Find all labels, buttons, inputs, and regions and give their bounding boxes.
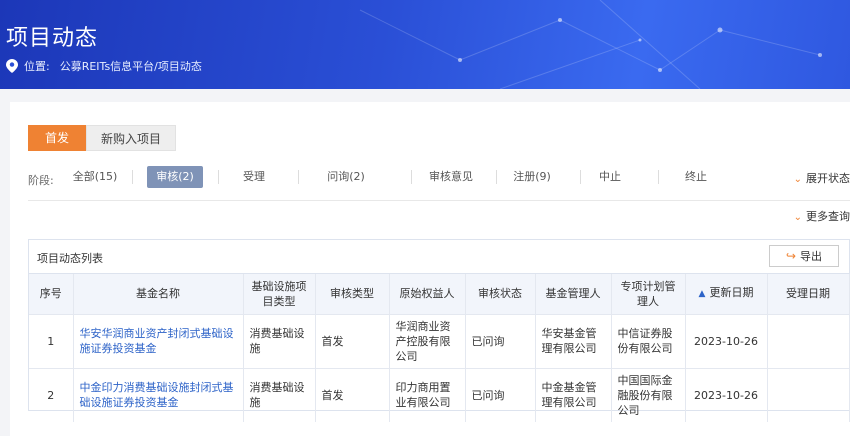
filter-divider [28, 200, 850, 201]
cell-status: 已问询 [465, 313, 536, 368]
tab-bar: 首发 新购入项目 [28, 125, 176, 151]
filter-item-terminated[interactable]: 终止 [674, 166, 718, 188]
filter-separator [496, 170, 497, 184]
cell-manager: 中金基金管理有限公司 [535, 367, 612, 422]
cell-updated: 2023-10-26 [685, 367, 768, 422]
tab-initial-offering[interactable]: 首发 [28, 125, 86, 151]
page-banner: 项目动态 位置: 公募REITs信息平台/项目动态 [0, 0, 850, 89]
filter-separator [658, 170, 659, 184]
column-header-no: 序号 [29, 274, 74, 314]
breadcrumb-label: 位置: [24, 60, 50, 73]
sort-up-icon: ▲ [698, 289, 706, 300]
location-pin-icon [6, 59, 18, 73]
table-header-row: 序号 基金名称 基础设施项目类型 审核类型 原始权益人 审核状态 基金管理人 专… [29, 274, 850, 314]
column-header-fund: 基金名称 [73, 274, 244, 314]
cell-status: 已问询 [465, 367, 536, 422]
filter-item-review[interactable]: 审核(2) [147, 166, 203, 188]
panel-title: 项目动态列表 [37, 252, 103, 265]
stage-filter-label: 阶段: [28, 174, 54, 187]
column-header-plan-manager: 专项计划管理人 [611, 274, 686, 314]
stage-filter: 阶段: 全部(15) 审核(2) 受理 问询(2) 审核意见 注册(9) 中止 … [28, 166, 850, 192]
page-title: 项目动态 [6, 26, 99, 51]
filter-item-all[interactable]: 全部(15) [66, 166, 124, 188]
filter-item-accepted[interactable]: 受理 [226, 166, 282, 188]
export-button[interactable]: ↪ 导出 [769, 245, 839, 267]
column-header-review-type: 审核类型 [315, 274, 390, 314]
cell-owner: 华润商业资产控股有限公司 [389, 313, 466, 368]
cell-fund-link[interactable]: 华安华润商业资产封闭式基础设施证券投资基金 [73, 313, 244, 368]
cell-owner: 印力商用置业有限公司 [389, 367, 466, 422]
filter-item-registration[interactable]: 注册(9) [502, 166, 562, 188]
cell-review-type: 首发 [315, 367, 390, 422]
expand-status-toggle[interactable]: ⌄ 展开状态 [794, 170, 850, 186]
tab-new-acquisition[interactable]: 新购入项目 [86, 125, 176, 151]
cell-manager: 华安基金管理有限公司 [535, 313, 612, 368]
project-table: 序号 基金名称 基础设施项目类型 审核类型 原始权益人 审核状态 基金管理人 专… [29, 274, 850, 422]
chevron-down-icon: ⌄ [793, 174, 802, 185]
column-header-owner: 原始权益人 [389, 274, 466, 314]
more-query-toggle[interactable]: ⌄ 更多查询 [794, 208, 850, 224]
cell-type: 消费基础设施 [243, 313, 316, 368]
breadcrumb: 位置: 公募REITs信息平台/项目动态 [6, 58, 202, 74]
cell-no: 2 [29, 367, 74, 422]
export-label: 导出 [800, 250, 823, 263]
cell-accepted [767, 367, 850, 422]
table-row: 2 中金印力消费基础设施封闭式基础设施证券投资基金 消费基础设施 首发 印力商用… [29, 367, 850, 422]
filter-separator [580, 170, 581, 184]
filter-item-suspended[interactable]: 中止 [588, 166, 632, 188]
filter-separator [411, 170, 412, 184]
panel-header: 项目动态列表 ↪ 导出 [29, 240, 849, 274]
export-icon: ↪ [785, 249, 797, 263]
cell-plan-manager: 中信证券股份有限公司 [611, 313, 686, 368]
cell-review-type: 首发 [315, 313, 390, 368]
cell-fund-link[interactable]: 中金印力消费基础设施封闭式基础设施证券投资基金 [73, 367, 244, 422]
content-card: 首发 新购入项目 阶段: 全部(15) 审核(2) 受理 问询(2) 审核意见 … [10, 102, 850, 436]
network-decoration [359, 0, 822, 89]
filter-separator [132, 170, 133, 184]
column-header-type: 基础设施项目类型 [243, 274, 316, 314]
column-header-updated[interactable]: ▲ 更新日期 [685, 274, 768, 314]
column-header-manager: 基金管理人 [535, 274, 612, 314]
cell-updated: 2023-10-26 [685, 313, 768, 368]
filter-separator [218, 170, 219, 184]
cell-type: 消费基础设施 [243, 367, 316, 422]
cell-no: 1 [29, 313, 74, 368]
filter-item-inquiry[interactable]: 问询(2) [316, 166, 376, 188]
column-header-status: 审核状态 [465, 274, 536, 314]
cell-accepted [767, 313, 850, 368]
chevron-down-icon: ⌄ [793, 212, 802, 223]
column-header-updated-label: 更新日期 [709, 286, 754, 300]
column-header-accepted: 受理日期 [767, 274, 850, 314]
expand-status-label: 展开状态 [806, 172, 850, 185]
filter-separator [298, 170, 299, 184]
project-list-panel: 项目动态列表 ↪ 导出 序号 基金名称 基础设施项目类型 审核类型 原始权益人 … [28, 239, 850, 422]
breadcrumb-path[interactable]: 公募REITs信息平台/项目动态 [60, 58, 202, 74]
table-row: 1 华安华润商业资产封闭式基础设施证券投资基金 消费基础设施 首发 华润商业资产… [29, 313, 850, 368]
filter-item-opinion[interactable]: 审核意见 [416, 166, 486, 188]
cell-plan-manager: 中国国际金融股份有限公司 [611, 367, 686, 422]
more-query-label: 更多查询 [806, 210, 850, 223]
